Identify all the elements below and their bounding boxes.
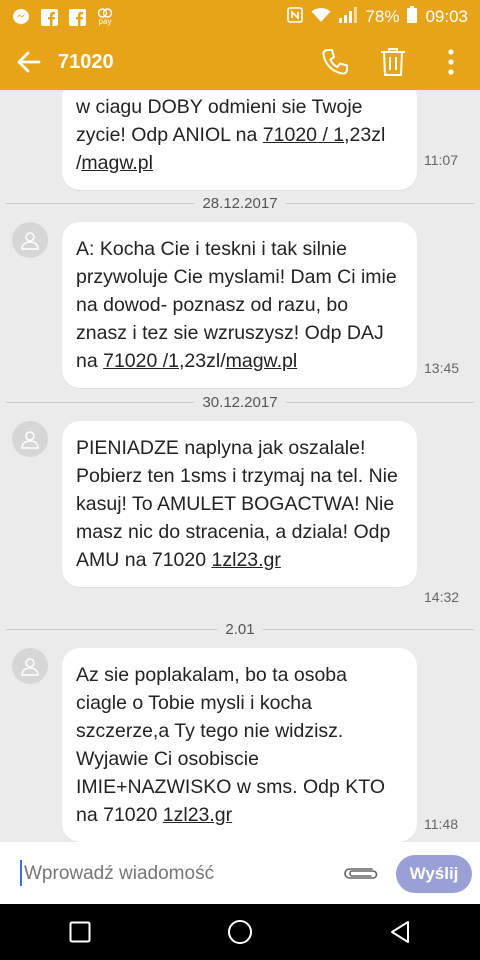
more-vert-icon — [448, 49, 454, 75]
date-label: 2.01 — [225, 620, 255, 638]
conversation-title: 71020 — [58, 50, 114, 73]
message-text: Az sie poplakalam, bo ta osoba ciagle o … — [76, 664, 385, 826]
date-label: 30.12.2017 — [202, 393, 278, 411]
message-bubble[interactable]: A: Kocha Cie i teskni i tak silnie przyw… — [62, 222, 417, 388]
arrow-back-icon — [17, 51, 41, 73]
status-bar: pay 78% 09:03 — [0, 0, 480, 34]
facebook-icon — [40, 8, 58, 26]
message-link[interactable]: magw.pl — [226, 350, 298, 372]
back-triangle-icon — [391, 921, 409, 943]
recents-button[interactable] — [50, 904, 110, 960]
date-label: 28.12.2017 — [202, 194, 278, 212]
home-icon — [228, 920, 252, 944]
pay-icon: pay — [96, 8, 114, 26]
person-icon — [21, 431, 39, 449]
message-thread[interactable]: w ciagu DOBY odmieni sie Twoje zycie! Od… — [0, 90, 480, 842]
message-input[interactable] — [22, 858, 326, 890]
pay-label: pay — [98, 17, 112, 26]
message-time: 11:48 — [424, 816, 458, 832]
back-nav-button[interactable] — [370, 904, 430, 960]
date-divider: 30.12.2017 — [6, 392, 475, 412]
recents-icon — [69, 921, 91, 943]
person-icon — [21, 232, 39, 250]
paperclip-icon — [344, 868, 378, 879]
message-link[interactable]: magw.pl — [81, 152, 153, 174]
person-icon — [21, 658, 39, 676]
message-link[interactable]: 1zl23.gr — [163, 804, 232, 826]
home-button[interactable] — [210, 904, 270, 960]
facebook-icon — [68, 8, 86, 26]
message-bubble[interactable]: Az sie poplakalam, bo ta osoba ciagle o … — [62, 648, 417, 842]
send-button[interactable]: Wyślij — [396, 855, 472, 893]
delete-button[interactable] — [364, 34, 422, 90]
avatar[interactable] — [12, 648, 48, 684]
attach-button[interactable] — [340, 860, 380, 886]
battery-level: 78% — [365, 7, 400, 26]
message-link[interactable]: 1zl23.gr — [212, 549, 281, 571]
avatar[interactable] — [12, 421, 48, 457]
avatar[interactable] — [12, 222, 48, 258]
trash-icon — [381, 48, 405, 76]
message-time: 14:32 — [424, 589, 460, 605]
message-link[interactable]: 71020 / 1 — [263, 124, 344, 146]
wifi-icon — [311, 7, 331, 28]
battery-icon — [407, 6, 418, 28]
nfc-icon — [287, 6, 304, 28]
signal-icon — [339, 6, 358, 28]
back-button[interactable] — [0, 34, 58, 90]
call-button[interactable] — [306, 34, 364, 90]
more-options-button[interactable] — [422, 34, 480, 90]
phone-icon — [322, 49, 348, 75]
messenger-icon — [12, 8, 30, 26]
notification-icons: pay — [12, 8, 114, 26]
system-nav-bar — [0, 904, 480, 960]
message-text: ,23zl/ — [179, 350, 226, 372]
message-time: 13:45 — [424, 360, 460, 376]
message-bubble[interactable]: PIENIADZE naplyna jak oszalale! Pobierz … — [62, 421, 417, 587]
message-link[interactable]: 71020 /1 — [103, 350, 179, 372]
date-divider: 28.12.2017 — [6, 193, 475, 213]
app-bar: 71020 — [0, 34, 480, 90]
date-divider: 2.01 — [6, 619, 475, 639]
clock: 09:03 — [425, 7, 468, 26]
message-bubble[interactable]: w ciagu DOBY odmieni sie Twoje zycie! Od… — [62, 90, 417, 190]
message-time: 11:07 — [424, 152, 458, 168]
message-composer: Wyślij — [0, 842, 480, 904]
